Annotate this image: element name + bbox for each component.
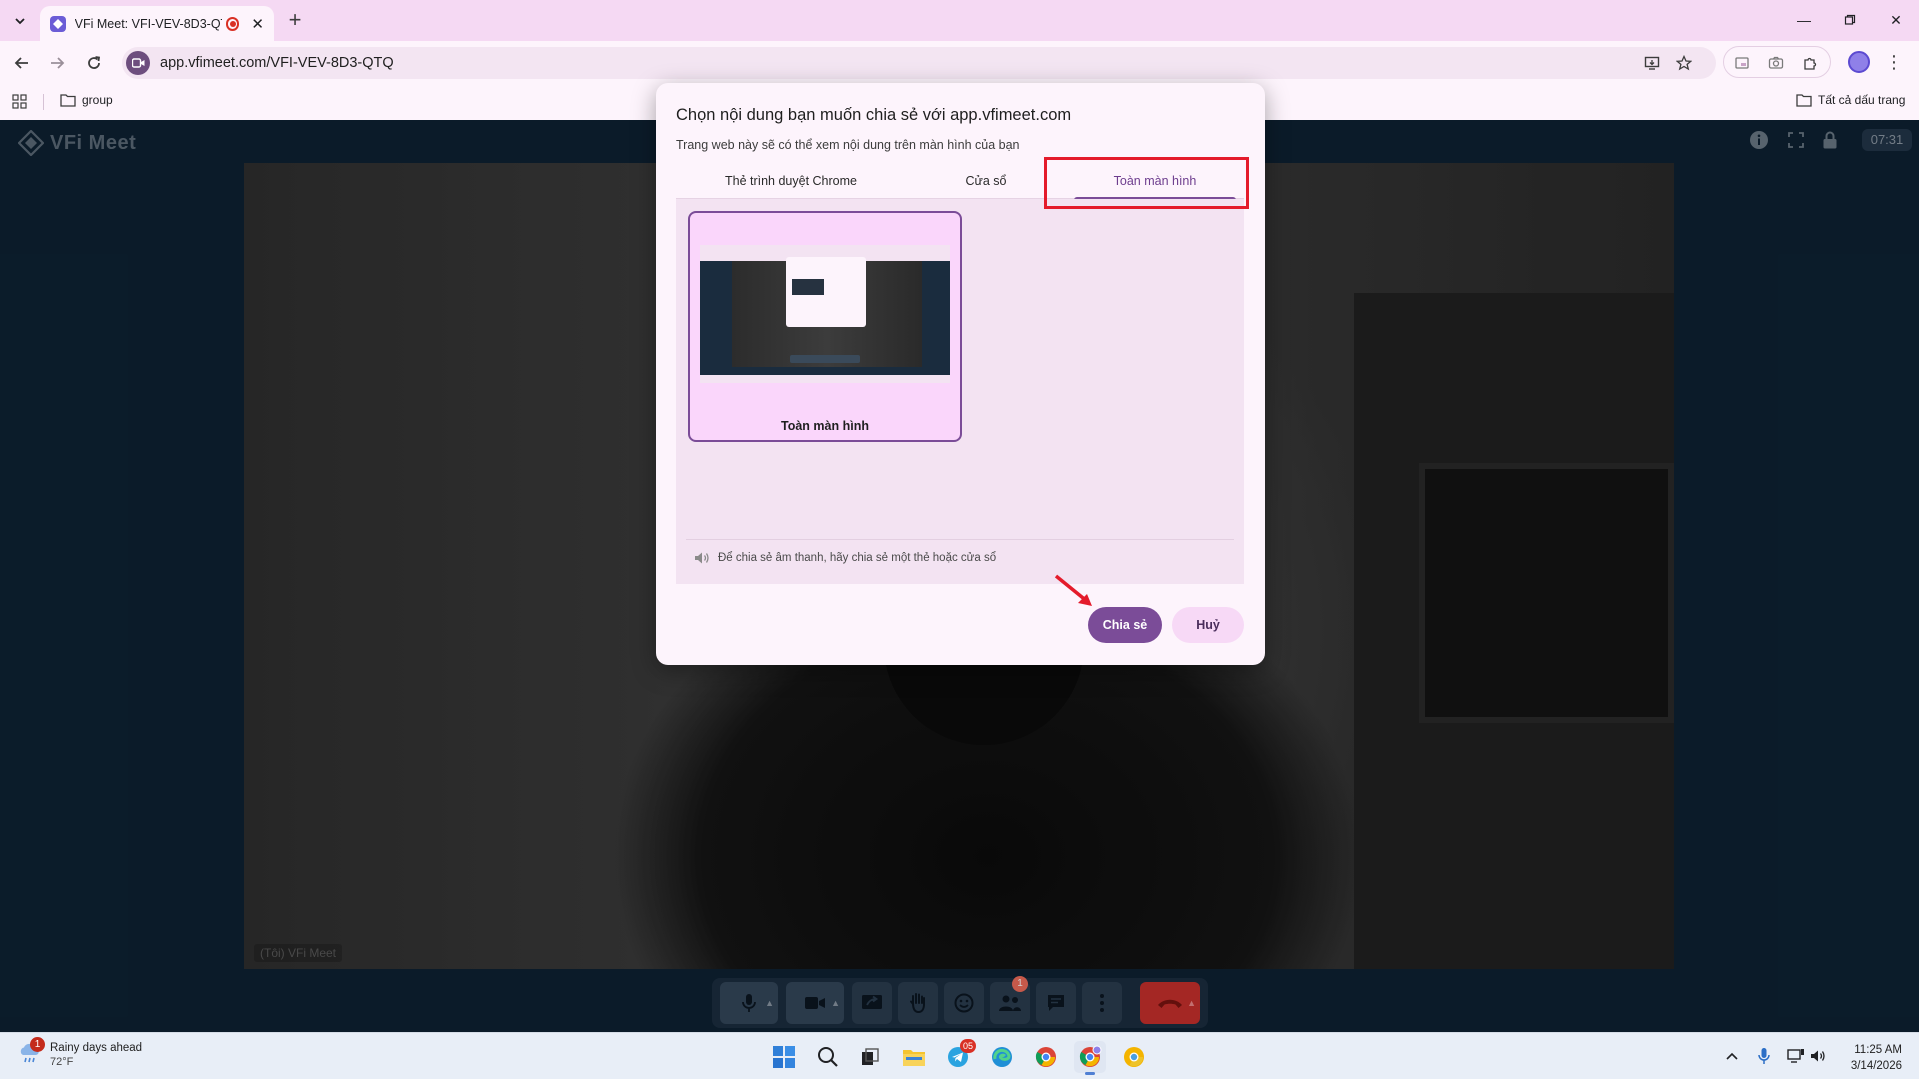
panel-divider [686,539,1234,540]
new-tab-button[interactable]: + [282,8,308,34]
extensions-group [1723,46,1831,78]
audio-share-note: Để chia sẻ âm thanh, hãy chia sẻ một thẻ… [694,551,996,565]
forward-arrow-icon[interactable] [43,49,71,77]
bookmark-folder-group[interactable]: group [60,93,113,107]
dialog-subtitle: Trang web này sẽ có thể xem nội dung trê… [676,138,1020,152]
system-clock[interactable]: 11:25 AM 3/14/2026 [1830,1042,1902,1074]
entire-screen-option-label: Toàn màn hình [781,419,869,433]
clock-time: 11:25 AM [1854,1044,1902,1056]
bookmark-folder-label: group [82,93,113,107]
tab-title: VFi Meet: VFI-VEV-8D3-QTQ [74,16,222,31]
file-explorer-icon[interactable] [898,1041,930,1073]
minimize-button[interactable]: — [1781,6,1827,34]
apps-grid-icon[interactable] [12,94,27,112]
entire-screen-option[interactable]: Toàn màn hình [688,211,962,442]
cast-icon[interactable] [1730,51,1754,75]
recording-indicator-icon [225,16,240,31]
speaker-icon [695,552,709,564]
vfimeet-favicon-icon [50,15,66,32]
site-camera-icon[interactable] [126,51,150,75]
telegram-icon[interactable]: 05 [942,1039,976,1073]
url-text: app.vfimeet.com/VFI-VEV-8D3-QTQ [160,55,394,71]
tab-search-icon[interactable] [8,9,32,33]
clock-date: 3/14/2026 [1850,1060,1902,1072]
dialog-title: Chọn nội dung bạn muốn chia sẻ với app.v… [676,106,1072,124]
chrome-active-icon[interactable] [1074,1041,1106,1075]
thumbnail-controls [790,355,860,363]
reload-icon[interactable] [80,49,108,77]
thumbnail-taskbar [700,375,950,383]
restore-button[interactable] [1827,6,1873,34]
chrome-profile-1-icon[interactable] [1030,1041,1062,1073]
windows-taskbar: 1 Rainy days ahead 72°F 05 11:25 AM 3/14… [0,1032,1919,1079]
weather-temperature: 72°F [50,1056,74,1068]
cancel-button[interactable]: Huỷ [1172,607,1244,643]
all-bookmarks-label: Tất cả dấu trang [1818,93,1906,107]
weather-alert-badge: 1 [30,1037,45,1052]
network-icon[interactable] [1786,1046,1806,1066]
chrome-canary-icon[interactable] [1118,1041,1150,1073]
screenshot-camera-icon[interactable] [1764,51,1788,75]
screen-preview-thumbnail [700,245,950,375]
rain-cloud-icon: 1 [18,1037,45,1065]
entire-screen-tab-highlight [1044,157,1249,209]
bookmark-star-icon[interactable] [1672,51,1696,75]
annotation-arrow-icon [1054,574,1092,606]
extensions-puzzle-icon[interactable] [1798,51,1822,75]
browser-tab-strip: VFi Meet: VFI-VEV-8D3-QTQ ✕ + — ✕ [0,0,1919,41]
folder-icon [1796,94,1812,107]
thumbnail-dialog [786,257,866,327]
profile-avatar[interactable] [1848,51,1870,73]
show-hidden-icons-chevron-icon[interactable] [1722,1046,1742,1066]
weather-widget[interactable]: 1 Rainy days ahead 72°F [18,1037,143,1068]
install-app-icon[interactable] [1640,51,1664,75]
back-arrow-icon[interactable] [8,49,36,77]
folder-icon [60,94,76,107]
all-bookmarks-button[interactable]: Tất cả dấu trang [1796,93,1905,107]
tab-close-icon[interactable]: ✕ [251,15,264,33]
microphone-tray-icon[interactable] [1754,1046,1774,1066]
audio-note-text: Để chia sẻ âm thanh, hãy chia sẻ một thẻ… [718,552,997,564]
browser-toolbar: app.vfimeet.com/VFI-VEV-8D3-QTQ ⋮ [0,41,1919,84]
share-button[interactable]: Chia sẻ [1088,607,1162,643]
address-bar[interactable]: app.vfimeet.com/VFI-VEV-8D3-QTQ [122,47,1716,79]
browser-tab-active[interactable]: VFi Meet: VFI-VEV-8D3-QTQ ✕ [40,6,274,41]
volume-icon[interactable] [1808,1046,1828,1066]
edge-browser-icon[interactable] [986,1041,1018,1073]
tab-window[interactable]: Cửa sổ [906,165,1066,199]
tab-chrome-tab[interactable]: Thẻ trình duyệt Chrome [676,165,906,199]
bookmarks-separator [43,94,44,110]
chrome-menu-icon[interactable]: ⋮ [1884,50,1904,74]
close-window-button[interactable]: ✕ [1873,6,1919,34]
weather-title: Rainy days ahead [50,1042,143,1054]
share-source-panel: Toàn màn hình Để chia sẻ âm thanh, hãy c… [676,199,1244,584]
search-icon[interactable] [812,1041,844,1073]
windows-start-icon[interactable] [768,1041,800,1073]
telegram-unread-badge: 05 [960,1039,976,1053]
task-view-icon[interactable] [854,1041,886,1073]
